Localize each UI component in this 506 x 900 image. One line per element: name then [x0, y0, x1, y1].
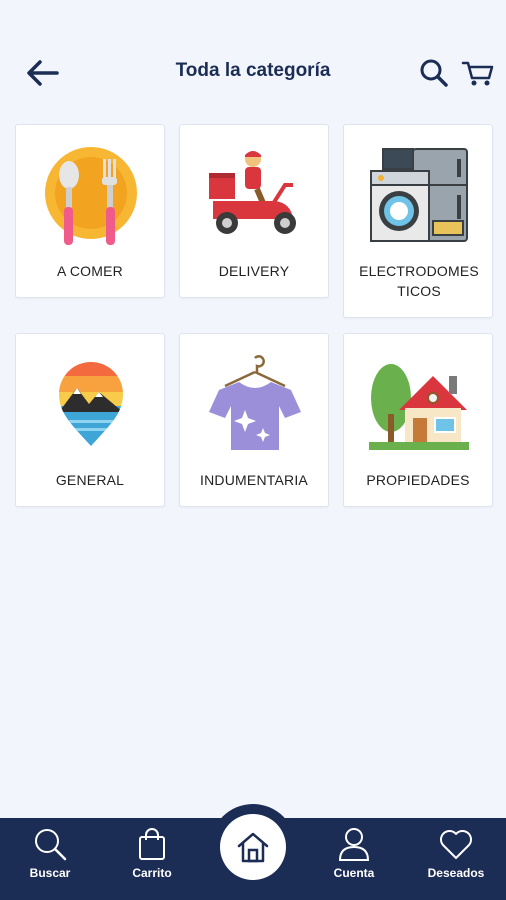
- plate-cutlery-icon: [45, 147, 137, 245]
- nav-account[interactable]: Cuenta: [314, 818, 394, 900]
- category-label: PROPIEDADES: [366, 472, 470, 488]
- category-card-delivery[interactable]: DELIVERY: [179, 124, 329, 298]
- cart-button[interactable]: [460, 56, 496, 90]
- search-icon: [420, 59, 448, 87]
- category-card-electrodomesticos[interactable]: ELECTRODOMES TICOS: [343, 124, 493, 318]
- app-header: Toda la categoría: [0, 40, 506, 104]
- category-label: INDUMENTARIA: [200, 472, 308, 488]
- search-button[interactable]: [418, 56, 450, 90]
- category-label: ELECTRODOMES TICOS: [359, 263, 479, 299]
- tshirt-hanger-icon: [209, 355, 301, 450]
- map-pin-landscape-icon: [59, 362, 123, 446]
- arrow-left-icon: [27, 60, 59, 86]
- user-icon: [338, 828, 370, 861]
- shopping-bag-icon: [139, 828, 165, 860]
- nav-search[interactable]: Buscar: [10, 818, 90, 900]
- appliances-icon: [370, 148, 468, 242]
- status-bar: [0, 0, 506, 36]
- cart-icon: [461, 61, 494, 86]
- heart-icon: [440, 830, 472, 859]
- home-icon: [237, 832, 269, 863]
- category-label: DELIVERY: [218, 263, 290, 279]
- home-button[interactable]: [220, 814, 286, 880]
- search-icon: [35, 829, 67, 861]
- back-button[interactable]: [22, 56, 62, 90]
- delivery-scooter-icon: [209, 151, 296, 234]
- category-card-indumentaria[interactable]: INDUMENTARIA: [179, 333, 329, 507]
- nav-wishlist[interactable]: Deseados: [416, 818, 496, 900]
- category-label: A COMER: [57, 263, 123, 279]
- category-card-propiedades[interactable]: PROPIEDADES: [343, 333, 493, 507]
- nav-cart[interactable]: Carrito: [112, 818, 192, 900]
- nav-wishlist-label: Deseados: [427, 866, 485, 880]
- nav-search-label: Buscar: [29, 866, 71, 880]
- category-card-general[interactable]: GENERAL: [15, 333, 165, 507]
- house-tree-icon: [369, 364, 469, 450]
- category-card-a-comer[interactable]: A COMER: [15, 124, 165, 298]
- nav-account-label: Cuenta: [333, 866, 375, 880]
- category-label: GENERAL: [55, 472, 125, 488]
- nav-cart-label: Carrito: [132, 866, 172, 880]
